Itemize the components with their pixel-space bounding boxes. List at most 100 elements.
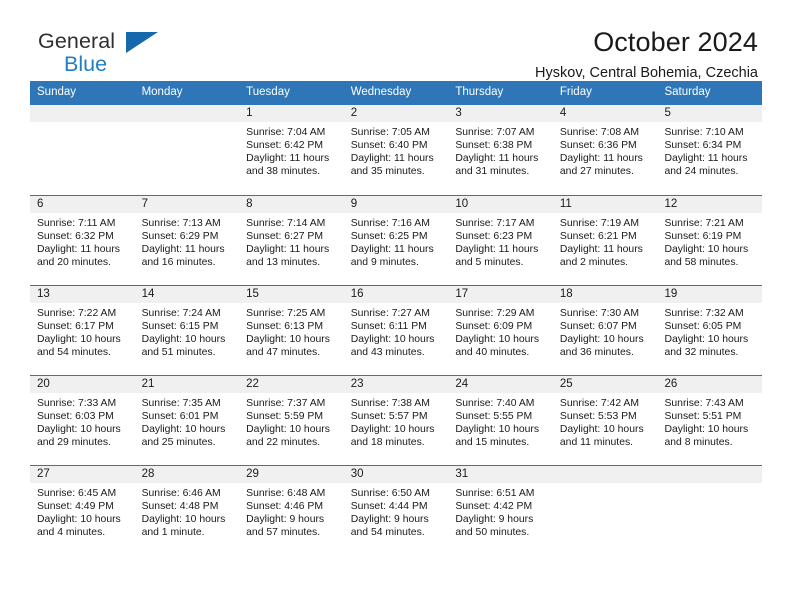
day-sun-info: Sunrise: 7:32 AM Sunset: 6:05 PM Daylight:… xyxy=(657,303,762,359)
daylight-text: Daylight: 11 hours and 16 minutes. xyxy=(141,244,225,269)
day-number-band: 19 xyxy=(657,286,763,303)
day-number-band: 5 xyxy=(657,105,763,122)
day-sun-info: Sunrise: 7:37 AM Sunset: 5:59 PM Daylight:… xyxy=(239,393,344,449)
day-number-band: 28 xyxy=(134,466,240,483)
day-sun-info: Sunrise: 7:05 AM Sunset: 6:40 PM Daylight:… xyxy=(344,122,449,178)
sunrise-text: Sunrise: 7:05 AM xyxy=(350,127,430,138)
calendar-day-cell[interactable]: 5 Sunrise: 7:10 AM Sunset: 6:34 PM Daylight… xyxy=(657,105,763,195)
day-sun-info: Sunrise: 7:25 AM Sunset: 6:13 PM Daylight:… xyxy=(239,303,344,359)
day-sun-info: Sunrise: 7:29 AM Sunset: 6:09 PM Daylight:… xyxy=(448,303,553,359)
calendar-day-cell[interactable]: 6 Sunrise: 7:11 AM Sunset: 6:32 PM Daylight… xyxy=(30,196,135,285)
day-sun-info: Sunrise: 7:38 AM Sunset: 5:57 PM Daylight:… xyxy=(344,393,449,449)
calendar-day-cell[interactable]: 12 Sunrise: 7:21 AM Sunset: 6:19 PM Dayligh… xyxy=(657,196,763,285)
calendar-day-cell[interactable]: 23 Sunrise: 7:38 AM Sunset: 5:57 PM Dayligh… xyxy=(343,376,449,465)
sunrise-text: Sunrise: 7:24 AM xyxy=(141,308,221,319)
daylight-text: Daylight: 10 hours and 15 minutes. xyxy=(455,424,540,449)
sunset-text: Sunset: 6:34 PM xyxy=(664,140,742,152)
calendar-day-cell[interactable]: 20 Sunrise: 7:33 AM Sunset: 6:03 PM Dayligh… xyxy=(30,376,135,465)
daylight-text: Daylight: 11 hours and 13 minutes. xyxy=(246,244,330,269)
calendar-day-cell[interactable]: 13 Sunrise: 7:22 AM Sunset: 6:17 PM Dayligh… xyxy=(30,286,135,375)
day-sun-info: Sunrise: 7:43 AM Sunset: 5:51 PM Daylight:… xyxy=(657,393,762,449)
calendar-day-cell[interactable]: 16 Sunrise: 7:27 AM Sunset: 6:11 PM Dayligh… xyxy=(343,286,449,375)
calendar-day-cell[interactable]: 28 Sunrise: 6:46 AM Sunset: 4:48 PM Dayligh… xyxy=(134,466,240,555)
calendar-day-cell[interactable]: 7 Sunrise: 7:13 AM Sunset: 6:29 PM Daylight… xyxy=(134,196,240,285)
calendar-day-cell[interactable]: 18 Sunrise: 7:30 AM Sunset: 6:07 PM Dayligh… xyxy=(552,286,658,375)
calendar-day-cell[interactable]: 8 Sunrise: 7:14 AM Sunset: 6:27 PM Daylight… xyxy=(239,196,344,285)
calendar-day-cell[interactable]: 26 Sunrise: 7:43 AM Sunset: 5:51 PM Dayligh… xyxy=(657,376,763,465)
daylight-text: Daylight: 11 hours and 31 minutes. xyxy=(455,153,539,178)
day-sun-info: Sunrise: 7:08 AM Sunset: 6:36 PM Daylight:… xyxy=(553,122,658,178)
day-header-wednesday: Wednesday xyxy=(350,86,412,98)
day-number-band: 10 xyxy=(448,196,553,213)
calendar-day-cell[interactable]: 4 Sunrise: 7:08 AM Sunset: 6:36 PM Daylight… xyxy=(552,105,658,195)
calendar-day-cell[interactable]: 21 Sunrise: 7:35 AM Sunset: 6:01 PM Dayligh… xyxy=(134,376,240,465)
day-sun-info: Sunrise: 6:48 AM Sunset: 4:46 PM Daylight:… xyxy=(239,483,344,539)
day-number-band: 4 xyxy=(552,105,658,122)
sunrise-text: Sunrise: 6:51 AM xyxy=(455,488,535,499)
daylight-text: Daylight: 11 hours and 5 minutes. xyxy=(455,244,539,269)
calendar-day-cell[interactable]: 15 Sunrise: 7:25 AM Sunset: 6:13 PM Dayligh… xyxy=(239,286,344,375)
day-number: 20 xyxy=(37,378,50,390)
calendar-day-cell[interactable]: 31 Sunrise: 6:51 AM Sunset: 4:42 PM Dayligh… xyxy=(448,466,553,555)
sunrise-text: Sunrise: 7:27 AM xyxy=(350,308,430,319)
day-number: 2 xyxy=(350,107,358,119)
daylight-text: Daylight: 10 hours and 18 minutes. xyxy=(350,424,435,449)
day-number-band: 12 xyxy=(657,196,763,213)
day-sun-info: Sunrise: 7:16 AM Sunset: 6:25 PM Daylight:… xyxy=(344,213,449,269)
calendar-day-cell[interactable]: 10 Sunrise: 7:17 AM Sunset: 6:23 PM Dayligh… xyxy=(448,196,553,285)
day-sun-info: Sunrise: 6:51 AM Sunset: 4:42 PM Daylight:… xyxy=(448,483,553,539)
day-number: 17 xyxy=(455,288,469,300)
day-number: 4 xyxy=(559,107,567,119)
calendar-week-row: 20 Sunrise: 7:33 AM Sunset: 6:03 PM Dayligh… xyxy=(30,375,763,465)
calendar-day-cell[interactable]: 24 Sunrise: 7:40 AM Sunset: 5:55 PM Dayligh… xyxy=(448,376,553,465)
daylight-text: Daylight: 11 hours and 35 minutes. xyxy=(350,153,434,178)
daylight-text: Daylight: 10 hours and 36 minutes. xyxy=(559,334,644,359)
day-number-band: 27 xyxy=(30,466,135,483)
day-number-band: 15 xyxy=(239,286,344,303)
calendar-day-cell[interactable]: 2 Sunrise: 7:05 AM Sunset: 6:40 PM Daylight… xyxy=(343,105,449,195)
calendar-day-cell[interactable]: 22 Sunrise: 7:37 AM Sunset: 5:59 PM Dayligh… xyxy=(239,376,344,465)
sunset-text: Sunset: 6:25 PM xyxy=(350,231,428,243)
sunset-text: Sunset: 5:55 PM xyxy=(455,411,533,423)
day-number: 31 xyxy=(455,468,469,480)
daylight-text: Daylight: 11 hours and 9 minutes. xyxy=(350,244,434,269)
day-number: 11 xyxy=(559,198,572,210)
day-header-thursday: Thursday xyxy=(455,86,504,98)
calendar-day-cell[interactable]: 14 Sunrise: 7:24 AM Sunset: 6:15 PM Dayligh… xyxy=(134,286,240,375)
sunset-text: Sunset: 4:48 PM xyxy=(141,501,219,513)
sunset-text: Sunset: 4:42 PM xyxy=(455,501,533,513)
calendar-day-cell[interactable]: 11 Sunrise: 7:19 AM Sunset: 6:21 PM Dayligh… xyxy=(552,196,658,285)
calendar-day-cell[interactable]: 1 Sunrise: 7:04 AM Sunset: 6:42 PM Daylight… xyxy=(239,105,344,195)
calendar-page: General Blue October 2024 Hyskov, Centra… xyxy=(0,0,792,612)
day-sun-info: Sunrise: 7:13 AM Sunset: 6:29 PM Daylight:… xyxy=(135,213,240,269)
day-number: 10 xyxy=(455,198,469,210)
day-number: 3 xyxy=(455,107,462,119)
sunset-text: Sunset: 6:36 PM xyxy=(559,140,637,152)
generalblue-logo[interactable]: General Blue xyxy=(30,26,228,75)
calendar-day-cell[interactable]: 30 Sunrise: 6:50 AM Sunset: 4:44 PM Dayligh… xyxy=(343,466,449,555)
sunrise-text: Sunrise: 7:40 AM xyxy=(455,398,535,409)
day-sun-info: Sunrise: 7:22 AM Sunset: 6:17 PM Daylight:… xyxy=(30,303,135,359)
sunrise-text: Sunrise: 7:04 AM xyxy=(246,127,326,138)
day-number: 23 xyxy=(350,378,364,390)
calendar-day-cell[interactable]: 27 Sunrise: 6:45 AM Sunset: 4:49 PM Dayligh… xyxy=(30,466,135,555)
day-number: 6 xyxy=(37,198,44,210)
calendar-day-cell[interactable]: 25 Sunrise: 7:42 AM Sunset: 5:53 PM Dayligh… xyxy=(552,376,658,465)
sunset-text: Sunset: 6:09 PM xyxy=(455,321,533,333)
calendar-day-cell[interactable]: 9 Sunrise: 7:16 AM Sunset: 6:25 PM Daylight… xyxy=(343,196,449,285)
calendar-day-cell[interactable]: 3 Sunrise: 7:07 AM Sunset: 6:38 PM Daylight… xyxy=(448,105,553,195)
calendar-week-row: 6 Sunrise: 7:11 AM Sunset: 6:32 PM Daylight… xyxy=(30,195,763,285)
sunrise-text: Sunrise: 7:43 AM xyxy=(664,398,744,409)
calendar-day-cell[interactable]: 29 Sunrise: 6:48 AM Sunset: 4:46 PM Dayligh… xyxy=(239,466,344,555)
day-sun-info: Sunrise: 7:11 AM Sunset: 6:32 PM Daylight:… xyxy=(30,213,135,269)
day-number-band xyxy=(30,105,135,122)
day-header-saturday: Saturday xyxy=(664,86,711,98)
logo-text-blue: Blue xyxy=(64,52,108,76)
daylight-text: Daylight: 11 hours and 24 minutes. xyxy=(664,153,748,178)
sunset-text: Sunset: 4:49 PM xyxy=(37,501,114,513)
sunrise-text: Sunrise: 7:38 AM xyxy=(350,398,430,409)
day-sun-info: Sunrise: 7:10 AM Sunset: 6:34 PM Daylight:… xyxy=(657,122,762,178)
calendar-day-cell[interactable]: 17 Sunrise: 7:29 AM Sunset: 6:09 PM Dayligh… xyxy=(448,286,553,375)
daylight-text: Daylight: 10 hours and 58 minutes. xyxy=(664,244,749,269)
calendar-day-cell[interactable]: 19 Sunrise: 7:32 AM Sunset: 6:05 PM Dayligh… xyxy=(657,286,763,375)
